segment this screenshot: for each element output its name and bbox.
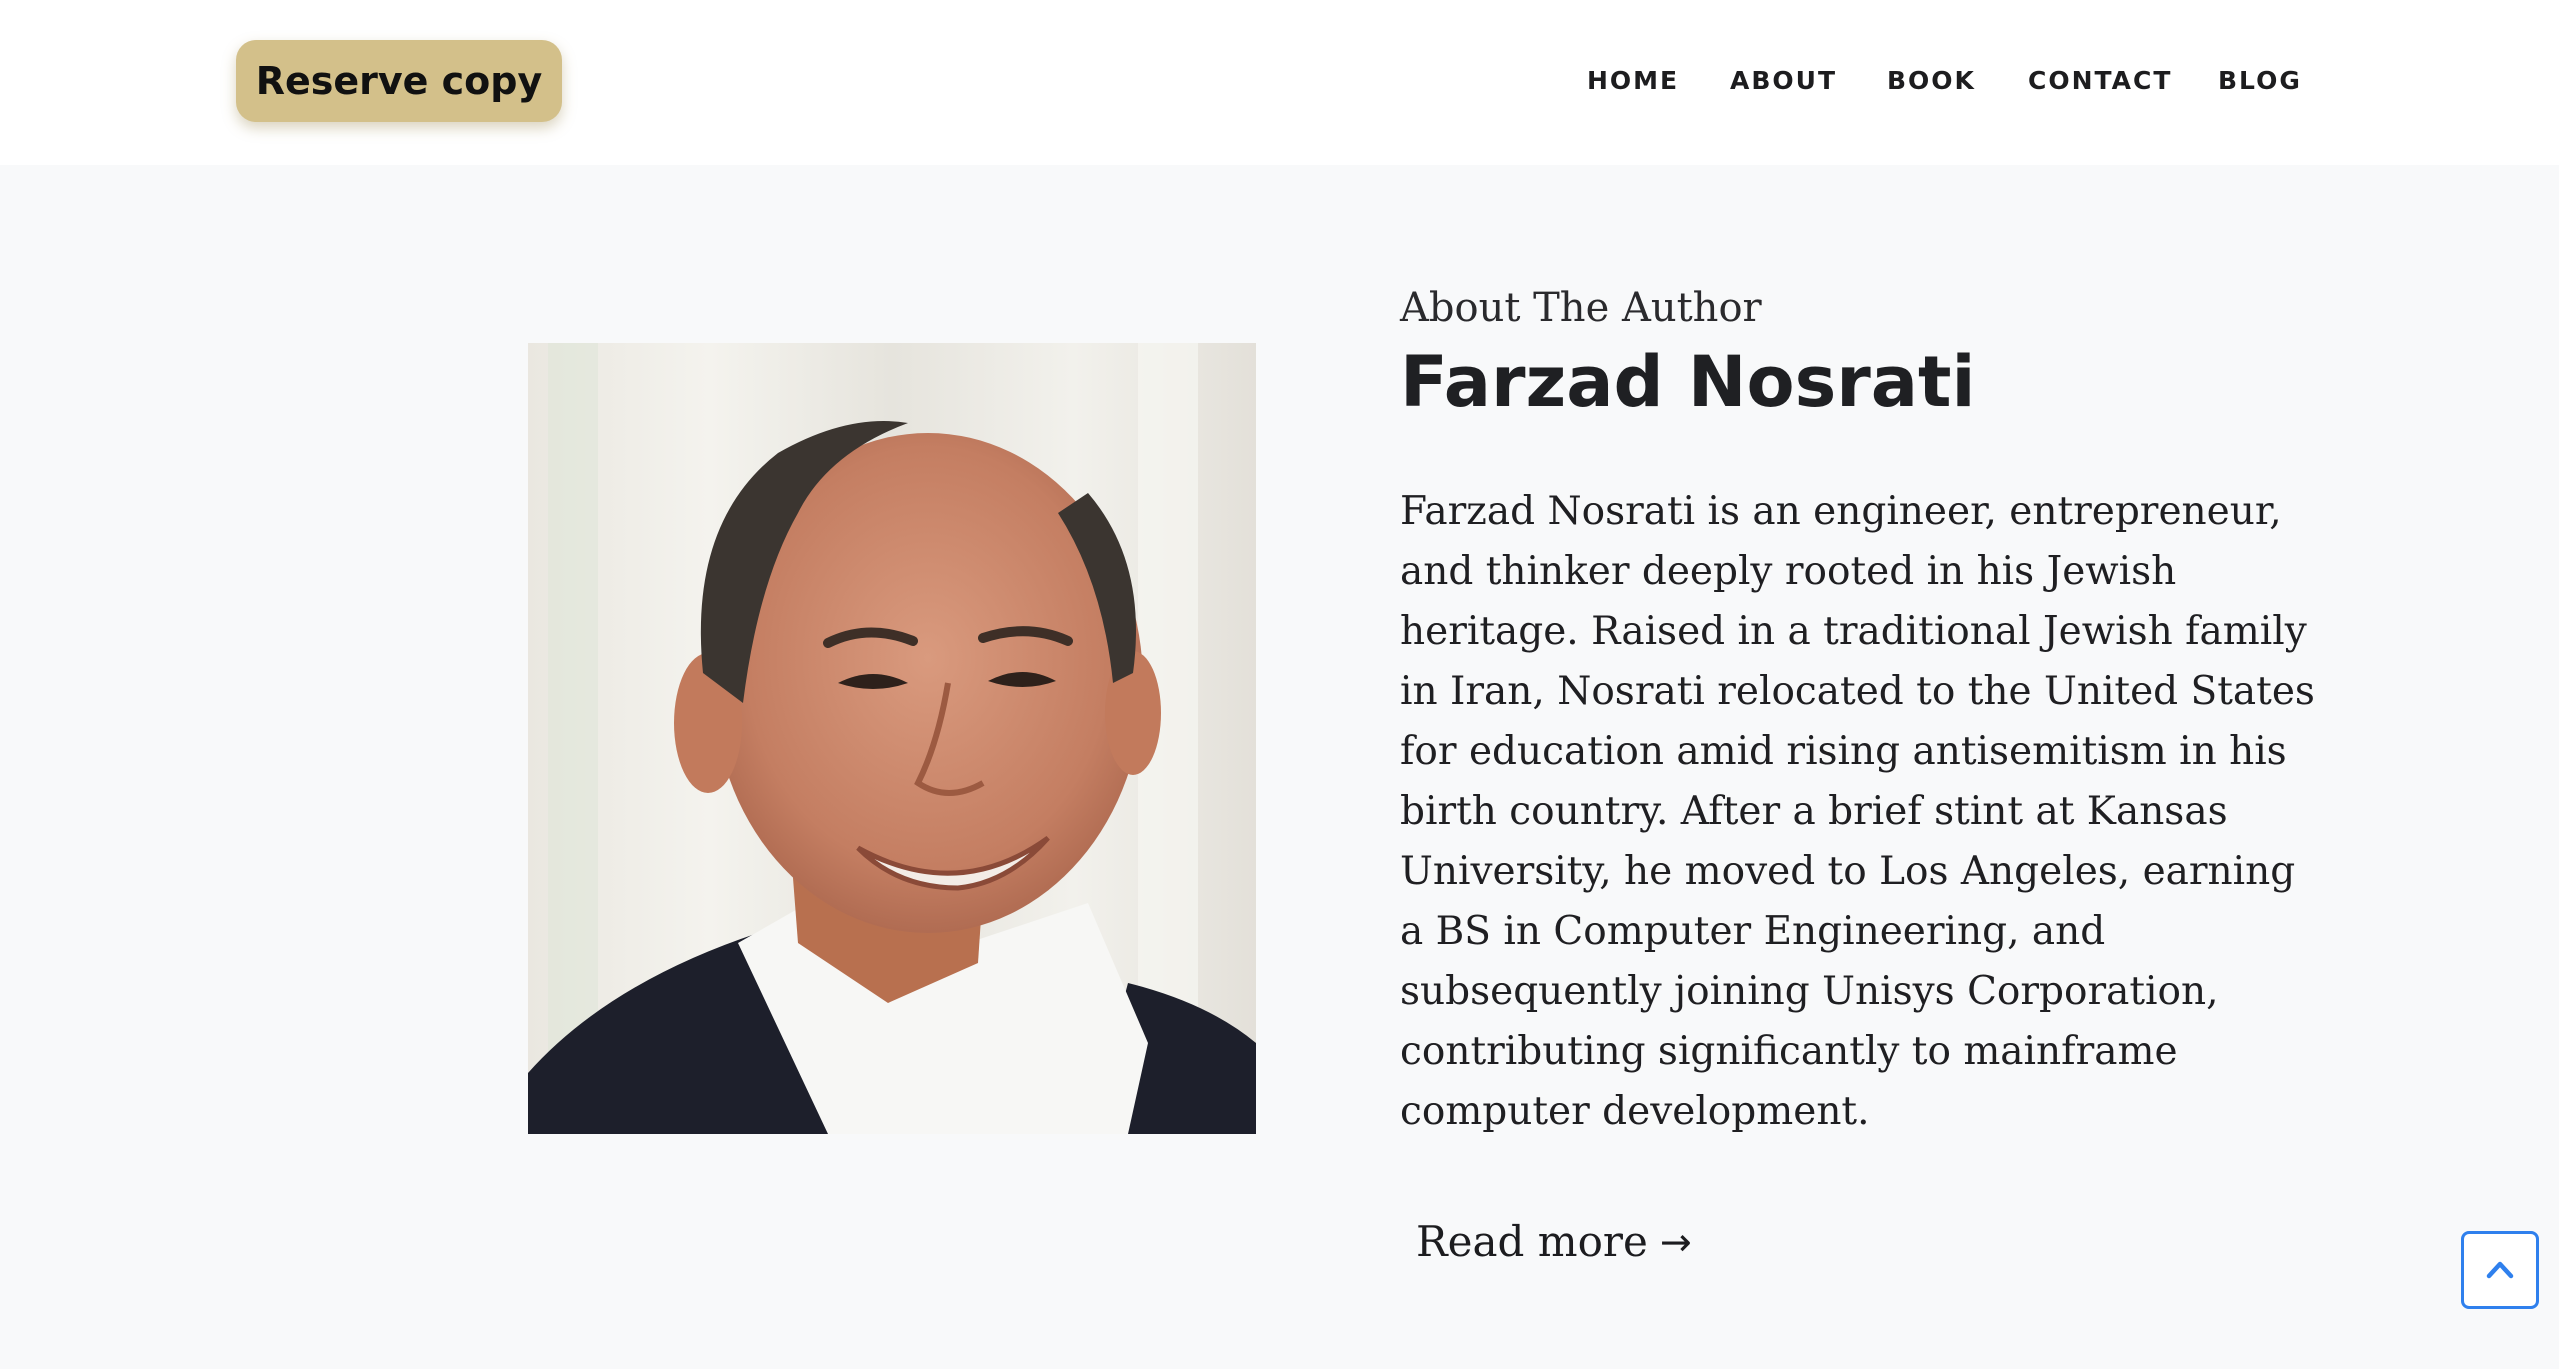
author-text: About The Author Farzad Nosrati Farzad N… (1400, 280, 2320, 1270)
nav-book[interactable]: BOOK (1887, 62, 1976, 100)
read-more-link[interactable]: Read more → (1416, 1214, 1692, 1270)
author-photo (528, 343, 1256, 1134)
arrow-right-icon: → (1659, 1220, 1692, 1264)
nav-about[interactable]: ABOUT (1730, 62, 1837, 100)
scroll-to-top-button[interactable] (2461, 1231, 2539, 1309)
author-portrait-image (528, 343, 1256, 1134)
site-header: Reserve copy HOME ABOUT BOOK CONTACT BLO… (0, 0, 2559, 165)
chevron-up-icon (2486, 1261, 2514, 1279)
nav-home[interactable]: HOME (1587, 62, 1679, 100)
read-more-label: Read more (1416, 1217, 1648, 1266)
main-nav: HOME ABOUT BOOK CONTACT BLOG (0, 62, 2559, 102)
section-kicker: About The Author (1400, 285, 1762, 331)
nav-blog[interactable]: BLOG (2218, 62, 2302, 100)
author-name: Farzad Nosrati (1400, 341, 1976, 423)
nav-contact[interactable]: CONTACT (2028, 62, 2172, 100)
author-bio: Farzad Nosrati is an engineer, entrepren… (1400, 489, 2315, 1134)
